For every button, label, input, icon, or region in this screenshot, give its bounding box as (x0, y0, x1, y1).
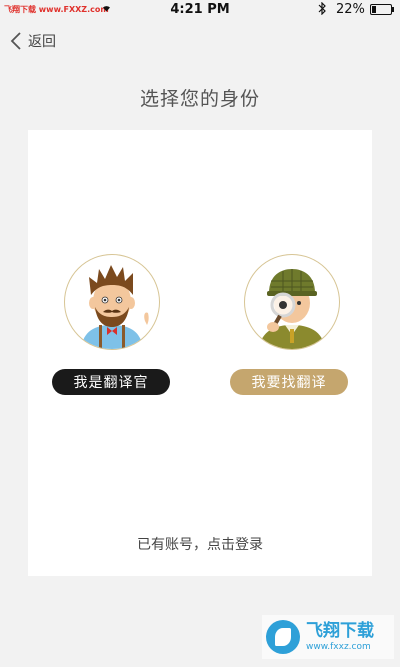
watermark-text: 飞翔下载 www.fxxz.com (306, 621, 374, 653)
translator-avatar-illustration (81, 265, 149, 349)
login-link[interactable]: 已有账号，点击登录 (28, 534, 372, 554)
role-selection-card: 我是翻译官 我要找翻译 已有账号，点击登录 (28, 130, 372, 576)
i-am-translator-button[interactable]: 我是翻译官 (52, 369, 170, 395)
battery-icon (370, 4, 394, 15)
battery-percent: 22% (336, 2, 365, 17)
find-translator-button[interactable]: 我要找翻译 (230, 369, 348, 395)
back-label: 返回 (28, 34, 56, 50)
seeker-avatar[interactable] (244, 254, 340, 350)
back-button[interactable]: 返回 (10, 30, 56, 52)
seeker-avatar-illustration (259, 269, 325, 349)
watermark-logo-icon (266, 620, 300, 654)
watermark-title: 飞翔下载 (306, 621, 374, 641)
status-bar: 飞翔下载 www.FXXZ.com 4:21 PM 22% (0, 0, 400, 20)
chevron-left-icon (10, 31, 22, 51)
translator-role[interactable]: 我是翻译官 (42, 254, 182, 395)
watermark-url: www.fxxz.com (306, 642, 371, 652)
page-title: 选择您的身份 (139, 88, 260, 110)
seeker-role[interactable]: 我要找翻译 (222, 254, 362, 395)
bluetooth-icon (318, 1, 326, 18)
translator-avatar[interactable] (64, 254, 160, 350)
watermark: 飞翔下载 www.fxxz.com (262, 615, 394, 659)
